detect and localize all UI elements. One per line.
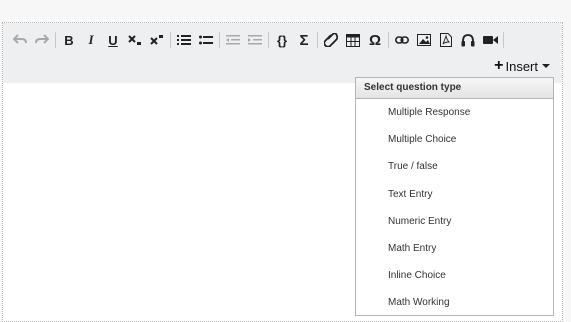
- question-type-multiple-choice[interactable]: Multiple Choice: [356, 126, 553, 153]
- subscript-icon: [128, 35, 141, 45]
- image-button[interactable]: [413, 29, 435, 51]
- superscript-icon: [150, 35, 163, 45]
- question-type-inline-choice[interactable]: Inline Choice: [356, 262, 553, 289]
- indent-icon: [248, 35, 262, 45]
- outdent-icon: [226, 35, 240, 45]
- code-braces-icon: {}: [276, 32, 288, 48]
- numbered-list-icon: [177, 35, 191, 45]
- bold-icon: B: [64, 32, 74, 48]
- toolbar-separator: [388, 32, 389, 48]
- question-type-math-entry[interactable]: Math Entry: [356, 235, 553, 262]
- superscript-button[interactable]: [146, 29, 168, 51]
- table-icon: [346, 33, 360, 47]
- redo-icon: [35, 34, 49, 44]
- italic-button[interactable]: I: [80, 29, 102, 51]
- question-type-multiple-response[interactable]: Multiple Response: [356, 99, 553, 126]
- caret-down-icon: [542, 64, 550, 68]
- link-icon: [395, 36, 409, 44]
- pdf-icon: [440, 33, 452, 47]
- insert-menu-button[interactable]: + Insert: [494, 56, 550, 76]
- indent-button[interactable]: [244, 29, 266, 51]
- insert-label: Insert: [505, 58, 538, 74]
- toolbar-separator: [317, 32, 318, 48]
- question-type-numeric-entry[interactable]: Numeric Entry: [356, 208, 553, 235]
- toolbar-separator: [503, 32, 504, 48]
- toolbar-separator: [55, 32, 56, 48]
- underline-icon: U: [108, 32, 118, 48]
- undo-button[interactable]: [9, 29, 31, 51]
- subscript-button[interactable]: [124, 29, 146, 51]
- table-button[interactable]: [342, 29, 364, 51]
- question-type-text-entry[interactable]: Text Entry: [356, 181, 553, 208]
- question-type-math-working[interactable]: Math Working: [356, 289, 553, 316]
- video-button[interactable]: [479, 29, 501, 51]
- question-type-true-false[interactable]: True / false: [356, 153, 553, 180]
- attachment-icon: [324, 33, 338, 47]
- toolbar-separator: [268, 32, 269, 48]
- redo-button[interactable]: [31, 29, 53, 51]
- code-button[interactable]: {}: [271, 29, 293, 51]
- toolbar-buttons: B I U {} Σ Ω: [9, 29, 506, 51]
- special-char-button[interactable]: Ω: [364, 29, 386, 51]
- plus-icon: +: [494, 57, 504, 74]
- undo-icon: [13, 34, 27, 44]
- bold-button[interactable]: B: [58, 29, 80, 51]
- video-icon: [482, 36, 498, 44]
- audio-button[interactable]: [457, 29, 479, 51]
- dropdown-header: Select question type: [356, 78, 553, 99]
- question-type-list: Multiple Response Multiple Choice True /…: [356, 99, 553, 317]
- toolbar-separator: [170, 32, 171, 48]
- bulleted-list-icon: [199, 35, 213, 45]
- question-type-dropdown: Select question type Multiple Response M…: [355, 77, 554, 316]
- link-button[interactable]: [391, 29, 413, 51]
- sigma-icon: Σ: [299, 31, 309, 49]
- math-button[interactable]: Σ: [293, 29, 315, 51]
- editor-toolbar: B I U {} Σ Ω + Insert: [3, 23, 562, 83]
- pdf-button[interactable]: [435, 29, 457, 51]
- outdent-button[interactable]: [222, 29, 244, 51]
- toolbar-separator: [219, 32, 220, 48]
- bulleted-list-button[interactable]: [195, 29, 217, 51]
- omega-icon: Ω: [368, 31, 382, 49]
- image-icon: [417, 34, 431, 46]
- italic-icon: I: [88, 32, 94, 47]
- numbered-list-button[interactable]: [173, 29, 195, 51]
- headphones-icon: [461, 33, 475, 46]
- underline-button[interactable]: U: [102, 29, 124, 51]
- attachment-button[interactable]: [320, 29, 342, 51]
